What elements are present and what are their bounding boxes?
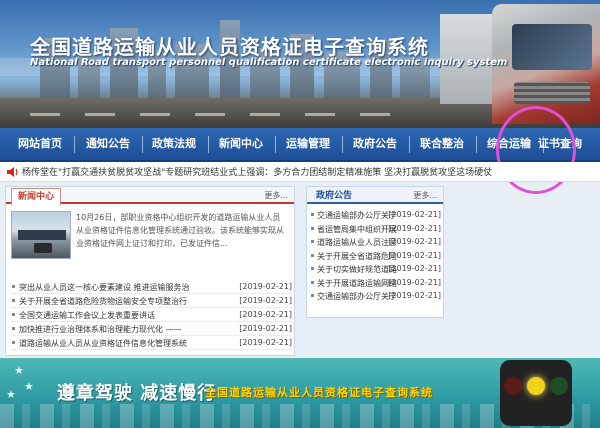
list-item[interactable]: 关于切实做好规范道路 [2019-02-21]	[311, 262, 441, 276]
nav-item-news[interactable]: 新闻中心	[211, 128, 271, 160]
notice-date: [2019-02-21]	[388, 210, 441, 219]
nav-divider	[409, 136, 410, 153]
gov-notice-panel: 政府公告 更多... 交通运输部办公厅关于 [2019-02-21] 省运管局集…	[306, 186, 444, 318]
notice-title[interactable]: 关于开展道路运输网络	[317, 278, 397, 289]
list-item[interactable]: 突出从业人员这一核心要素建设 推进运输服务治 [2019-02-21]	[12, 280, 292, 294]
star-icon: ★	[14, 364, 24, 377]
news-date: [2019-02-21]	[239, 296, 292, 305]
notice-list: 交通运输部办公厅关于 [2019-02-21] 省运管局集中组织开展 [2019…	[311, 208, 441, 303]
notice-date: [2019-02-21]	[388, 250, 441, 260]
bullet-icon	[311, 253, 314, 257]
news-title[interactable]: 加快推进行业治理体系和治理能力现代化 ——	[19, 324, 219, 335]
news-panel-header: 新闻中心 更多...	[6, 187, 294, 205]
notice-title[interactable]: 道路运输从业人员注意	[317, 237, 397, 248]
news-title[interactable]: 道路运输从业人员从业资格证件信息化管理系统	[19, 338, 219, 349]
nav-divider	[208, 136, 209, 153]
safety-slogan: 遵章驾驶 减速慢行	[57, 383, 217, 404]
truck-grill	[514, 82, 590, 104]
bullet-icon	[311, 294, 314, 297]
site-title: 全国道路运输从业人员资格证电子查询系统	[30, 35, 429, 59]
green-light	[550, 377, 568, 395]
notice-date: [2019-02-21]	[388, 291, 441, 300]
news-more-link[interactable]: 更多...	[264, 190, 288, 201]
bullet-icon	[12, 327, 15, 330]
list-item[interactable]: 关于开展全省道路危险 [2019-02-21]	[311, 249, 441, 263]
red-light	[504, 377, 522, 395]
site-subtitle: National Road transport personnel qualif…	[30, 57, 508, 68]
list-item[interactable]: 交通运输部办公厅关于 [2019-02-21]	[311, 208, 441, 222]
news-list: 突出从业人员这一核心要素建设 推进运输服务治 [2019-02-21] 关于开展…	[12, 280, 292, 350]
notice-date: [2019-02-21]	[388, 237, 441, 246]
news-date: [2019-02-21]	[239, 282, 292, 291]
list-item[interactable]: 加快推进行业治理体系和治理能力现代化 —— [2019-02-21]	[12, 322, 292, 336]
star-icon: ★	[24, 380, 34, 393]
notice-panel-header: 政府公告 更多...	[307, 187, 443, 204]
bullet-icon	[311, 240, 314, 243]
traffic-light-icon	[500, 360, 572, 426]
safety-ad-banner[interactable]: ★ ★ ★ 遵章驾驶 减速慢行 全国道路运输从业人员资格证电子查询系统	[0, 358, 600, 428]
bullet-icon	[12, 341, 15, 344]
nav-divider	[74, 136, 75, 153]
notice-title[interactable]: 交通运输部办公厅关于	[317, 291, 397, 302]
road-stripe	[30, 113, 410, 116]
ticker-headline[interactable]: 杨传堂在"打赢交通扶贫脱贫攻坚战"专题研究班结业式上强调：多方合力团结制定精准施…	[22, 165, 492, 178]
notice-title[interactable]: 交通运输部办公厅关于	[317, 210, 397, 221]
notice-date: [2019-02-21]	[388, 264, 441, 273]
list-item[interactable]: 全国交通运输工作会议上发表重要讲话 [2019-02-21]	[12, 308, 292, 322]
bullet-icon	[311, 280, 314, 284]
list-item[interactable]: 省运管局集中组织开展 [2019-02-21]	[311, 222, 441, 236]
bullet-icon	[311, 226, 314, 230]
nav-divider	[342, 136, 343, 153]
notice-title[interactable]: 关于开展全省道路危险	[317, 251, 397, 262]
nav-divider	[275, 136, 276, 153]
nav-item-transport[interactable]: 运输管理	[278, 128, 338, 160]
list-item[interactable]: 道路运输从业人员从业资格证件信息化管理系统 [2019-02-21]	[12, 336, 292, 350]
news-title[interactable]: 关于开展全省道路危险货物运输安全专项整治行	[19, 296, 219, 307]
news-date: [2019-02-21]	[239, 338, 292, 347]
feature-news-summary[interactable]: 10月26日，部职业资格中心组织开发的道路运输从业人员从业资格证件信息化管理系统…	[76, 211, 288, 250]
list-item[interactable]: 道路运输从业人员注意 [2019-02-21]	[311, 235, 441, 249]
nav-divider	[476, 136, 477, 153]
toll-gate	[18, 230, 66, 240]
news-title[interactable]: 全国交通运输工作会议上发表重要讲话	[19, 310, 219, 321]
news-ticker: 杨传堂在"打赢交通扶贫脱贫攻坚战"专题研究班结业式上强调：多方合力团结制定精准施…	[0, 162, 600, 182]
ad-system-name: 全国道路运输从业人员资格证电子查询系统	[205, 386, 433, 399]
nav-item-gov-notices[interactable]: 政府公告	[345, 128, 405, 160]
notice-date: [2019-02-21]	[388, 223, 441, 233]
nav-item-home[interactable]: 网站首页	[10, 128, 70, 160]
notice-title[interactable]: 省运管局集中组织开展	[317, 224, 397, 235]
nav-divider	[142, 136, 143, 153]
tab-gov-notices[interactable]: 政府公告	[310, 188, 358, 205]
yellow-light	[527, 377, 545, 395]
nav-item-notices[interactable]: 通知公告	[78, 128, 138, 160]
list-item[interactable]: 交通运输部办公厅关于 [2019-02-21]	[311, 289, 441, 303]
news-title[interactable]: 突出从业人员这一核心要素建设 推进运输服务治	[19, 282, 219, 293]
notice-title[interactable]: 关于切实做好规范道路	[317, 264, 397, 275]
bullet-icon	[12, 313, 15, 316]
notice-more-link[interactable]: 更多...	[413, 190, 437, 201]
nav-item-joint-rectification[interactable]: 联合整治	[412, 128, 472, 160]
list-item[interactable]: 关于开展全省道路危险货物运输安全专项整治行 [2019-02-21]	[12, 294, 292, 308]
truck-windshield	[512, 24, 592, 70]
list-item[interactable]: 关于开展道路运输网络 [2019-02-21]	[311, 276, 441, 290]
news-date: [2019-02-21]	[239, 310, 292, 319]
header-banner: 全国道路运输从业人员资格证电子查询系统 National Road transp…	[0, 0, 600, 128]
speaker-icon	[7, 167, 18, 177]
bullet-icon	[311, 213, 314, 216]
feature-news-image[interactable]	[11, 211, 71, 259]
bullet-icon	[12, 285, 15, 288]
news-date: [2019-02-21]	[239, 324, 292, 333]
nav-item-policies[interactable]: 政策法规	[144, 128, 204, 160]
truck-image	[492, 4, 600, 124]
car	[34, 243, 52, 253]
news-center-panel: 新闻中心 更多... 10月26日，部职业资格中心组织开发的道路运输从业人员从业…	[5, 186, 295, 356]
bullet-icon	[12, 299, 15, 302]
bullet-icon	[311, 267, 314, 270]
star-icon: ★	[6, 388, 16, 401]
tab-news-center[interactable]: 新闻中心	[11, 188, 62, 205]
notice-date: [2019-02-21]	[388, 277, 441, 287]
